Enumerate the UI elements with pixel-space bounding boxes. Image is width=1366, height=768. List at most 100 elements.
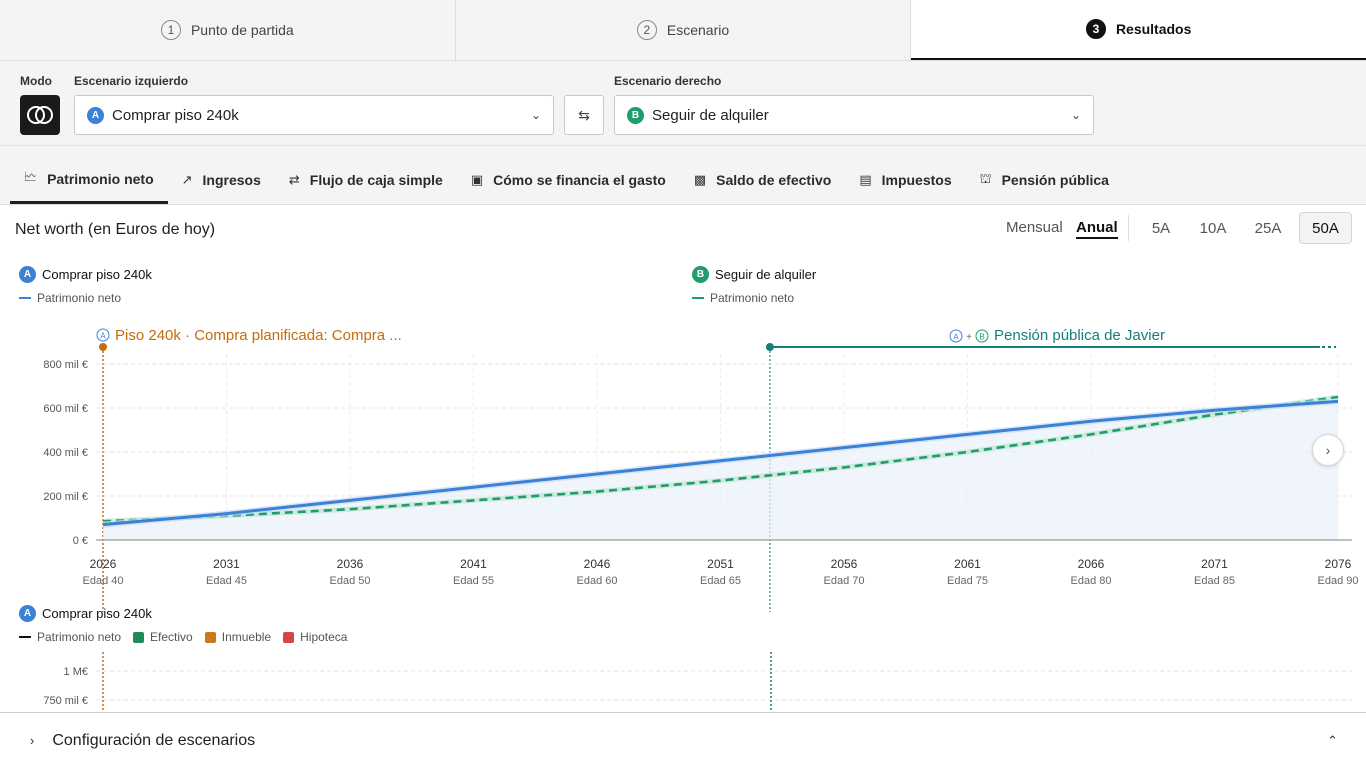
- wallet-icon: ▣: [470, 172, 484, 187]
- legend-a-name: Comprar piso 240k: [42, 267, 152, 282]
- x-tick-label: 2076: [1325, 557, 1352, 571]
- lower-legend-item: Efectivo: [133, 630, 193, 644]
- stepper: 1 Punto de partida 2 Escenario 3 Resulta…: [0, 0, 1366, 61]
- anual-toggle[interactable]: Anual: [1076, 219, 1118, 239]
- scenario-a-badge: A: [87, 106, 104, 124]
- lower-y-tick: 1 M€: [64, 666, 88, 678]
- line-swatch: [19, 297, 31, 299]
- x-tick-label: 2061: [954, 557, 981, 571]
- tab-label: Patrimonio neto: [47, 170, 154, 187]
- right-scenario-select[interactable]: B Seguir de alquiler ⌄: [614, 95, 1094, 135]
- lower-legend-item: Inmueble: [204, 630, 272, 644]
- x-tick-label: 2066: [1078, 557, 1105, 571]
- scenario-controls: Modo Escenario izquierdo Escenario derec…: [0, 61, 1366, 146]
- legend-a-series: Patrimonio neto: [19, 291, 121, 305]
- swap-icon: ⇄: [288, 172, 300, 187]
- tab-pension-publica[interactable]: ⛫ Pensión pública: [966, 156, 1123, 204]
- event-plus: +: [966, 332, 972, 343]
- lower-legend-label: Inmueble: [221, 630, 272, 644]
- legend-b-series-label: Patrimonio neto: [710, 291, 795, 305]
- x-sub-label: Edad 80: [1071, 575, 1112, 587]
- x-tick-label: 2041: [460, 557, 487, 571]
- tab-saldo-efectivo[interactable]: ▩ Saldo de efectivo: [680, 156, 845, 204]
- x-tick-label: 2031: [213, 557, 240, 571]
- y-tick-label: 800 mil €: [43, 359, 88, 371]
- receipt-icon: ▤: [859, 172, 872, 187]
- event-label-pension: Pensión pública de Javier: [994, 327, 1165, 344]
- x-sub-label: Edad 85: [1194, 575, 1235, 587]
- scenario-b-badge: B: [692, 266, 709, 283]
- results-tabs: 🗠 Patrimonio neto ↗ Ingresos ⇄ Flujo de …: [0, 146, 1366, 205]
- swap-icon: ⇆: [578, 106, 590, 123]
- step-label: Punto de partida: [190, 22, 294, 38]
- chevron-right-icon: ›: [1325, 442, 1331, 458]
- chart-icon: 🗠: [24, 168, 38, 184]
- step-number: 1: [160, 20, 181, 40]
- tab-label: Saldo de efectivo: [716, 172, 832, 188]
- legend-b-series: Patrimonio neto: [692, 291, 794, 305]
- legend-scenario-a: A Comprar piso 240k: [19, 266, 152, 283]
- x-tick-label: 2051: [707, 557, 734, 571]
- lower-legend-item: Patrimonio neto: [19, 630, 121, 644]
- legend-b-name: Seguir de alquiler: [715, 267, 817, 282]
- chart-next-button[interactable]: ›: [1312, 434, 1344, 466]
- scenario-a-badge: A: [19, 605, 36, 622]
- tab-patrimonio-neto[interactable]: 🗠 Patrimonio neto: [10, 156, 168, 204]
- swap-scenarios-button[interactable]: ⇆: [564, 95, 604, 135]
- tab-ingresos[interactable]: ↗ Ingresos: [168, 156, 275, 204]
- event-badge-a-letter: A: [953, 333, 959, 342]
- y-tick-label: 200 mil €: [43, 491, 88, 503]
- tab-label: Cómo se financia el gasto: [493, 172, 666, 188]
- step-punto-de-partida[interactable]: 1 Punto de partida: [0, 0, 456, 60]
- left-scenario-label: Escenario izquierdo: [74, 74, 189, 88]
- x-sub-label: Edad 55: [453, 575, 494, 587]
- x-tick-label: 2056: [831, 557, 858, 571]
- scenario-b-badge: B: [627, 106, 644, 124]
- tab-financia-gasto[interactable]: ▣ Cómo se financia el gasto: [457, 156, 680, 204]
- step-escenario[interactable]: 2 Escenario: [456, 0, 912, 60]
- range-5a-button[interactable]: 5A: [1140, 212, 1182, 244]
- x-sub-label: Edad 60: [577, 575, 618, 587]
- chevron-up-icon: ⌃: [1327, 732, 1338, 748]
- x-tick-label: 2026: [90, 557, 117, 571]
- chart-title: Net worth (en Euros de hoy): [15, 221, 216, 238]
- range-25a-button[interactable]: 25A: [1244, 212, 1292, 244]
- y-tick-label: 0 €: [73, 535, 88, 547]
- x-sub-label: Edad 75: [947, 575, 988, 587]
- x-sub-label: Edad 70: [824, 575, 865, 587]
- tab-label: Ingresos: [202, 172, 261, 188]
- tab-label: Impuestos: [881, 172, 952, 188]
- range-10a-button[interactable]: 10A: [1190, 212, 1236, 244]
- legend-a-series-label: Patrimonio neto: [37, 291, 122, 305]
- step-number: 2: [636, 20, 657, 40]
- line-swatch: [19, 636, 31, 638]
- scenario-config-footer[interactable]: › Configuración de escenarios ⌃: [0, 712, 1366, 768]
- compare-mode-button[interactable]: [20, 95, 60, 135]
- x-sub-label: Edad 45: [206, 575, 247, 587]
- step-label: Escenario: [666, 22, 730, 38]
- step-number: 3: [1085, 19, 1106, 39]
- legend-scenario-b: B Seguir de alquiler: [692, 266, 816, 283]
- right-scenario-value: Seguir de alquiler: [652, 106, 769, 124]
- event-label-purchase: Piso 240k · Compra planificada: Compra .…: [115, 327, 402, 344]
- tab-label: Flujo de caja simple: [309, 172, 443, 188]
- mode-label: Modo: [20, 74, 52, 88]
- line-swatch: [692, 297, 704, 299]
- color-swatch: [204, 631, 216, 643]
- event-badge-b-letter: B: [979, 333, 984, 342]
- x-tick-label: 2071: [1201, 557, 1228, 571]
- tab-impuestos[interactable]: ▤ Impuestos: [845, 156, 965, 204]
- cash-icon: ▩: [693, 172, 707, 187]
- step-resultados[interactable]: 3 Resultados: [911, 0, 1366, 60]
- tab-flujo-de-caja[interactable]: ⇄ Flujo de caja simple: [275, 156, 457, 204]
- x-sub-label: Edad 90: [1318, 575, 1359, 587]
- y-tick-label: 600 mil €: [43, 403, 88, 415]
- step-label: Resultados: [1115, 21, 1192, 37]
- lower-legend-item: Hipoteca: [283, 630, 347, 644]
- mensual-toggle[interactable]: Mensual: [1006, 219, 1063, 236]
- chevron-down-icon: ⌄: [530, 108, 541, 122]
- event-badge-a-letter: A: [100, 332, 106, 341]
- range-50a-button[interactable]: 50A: [1299, 212, 1352, 244]
- bank-icon: ⛫: [979, 171, 992, 186]
- left-scenario-select[interactable]: A Comprar piso 240k ⌄: [74, 95, 554, 135]
